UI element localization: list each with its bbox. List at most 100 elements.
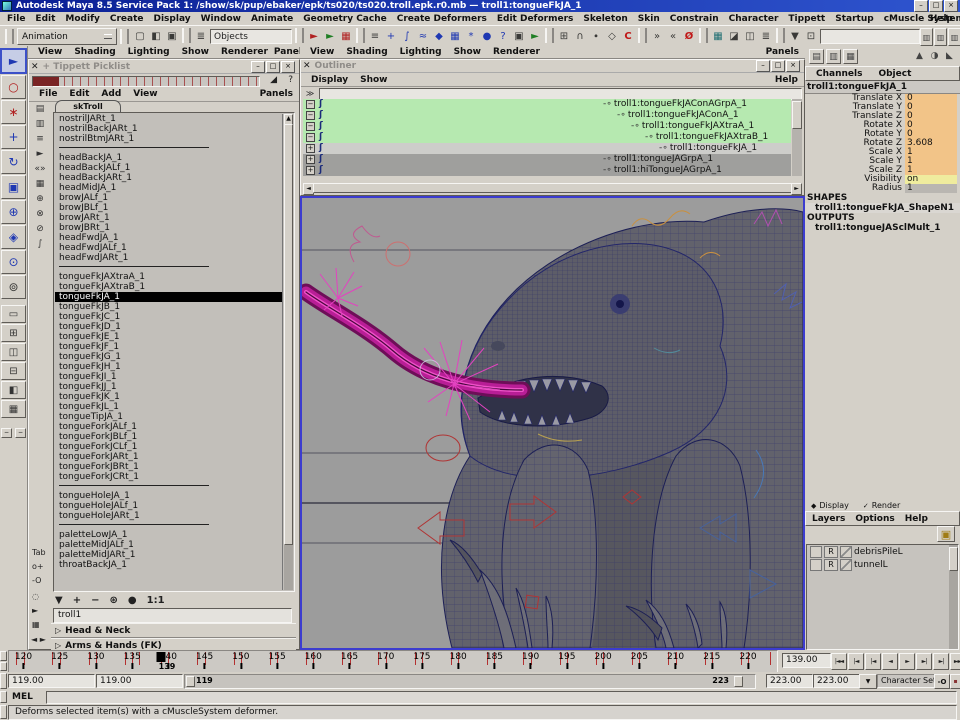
menu-item[interactable]: Tippett [783, 14, 830, 24]
outliner-search-input[interactable] [319, 88, 802, 100]
picklist-item[interactable]: headBackJA_1 [55, 153, 282, 163]
collapsible-section[interactable]: ▷Head & Neck [51, 623, 296, 638]
window-control-button[interactable]: □ [929, 0, 943, 12]
menu-item[interactable]: Character [724, 14, 784, 24]
set-key-icon[interactable]: -O [934, 674, 950, 689]
key-add-icon[interactable]: ⊕ [32, 192, 48, 205]
save-icon[interactable]: ▥ [32, 117, 48, 130]
toolbar-grip[interactable] [120, 29, 129, 44]
menu-item[interactable]: Geometry Cache [298, 14, 391, 24]
step-forward-frame-button[interactable]: ►| [916, 653, 932, 670]
go-to-start-button[interactable]: |◄◄ [831, 653, 847, 670]
window-control-button[interactable]: – [914, 0, 928, 12]
picklist-item[interactable]: tongueFkJB_1 [55, 302, 282, 312]
expand-toggle-icon[interactable]: − [306, 122, 315, 131]
channel-value-input[interactable]: 1 [905, 148, 957, 157]
range-end-handle[interactable] [734, 676, 743, 687]
window-grid-icon[interactable]: ▦ [32, 620, 40, 629]
panel-menu-item[interactable]: Lighting [394, 47, 448, 57]
prev-next-icon[interactable]: «» [32, 162, 48, 175]
lock-selection-icon[interactable]: ▣ [511, 28, 527, 45]
menu-help[interactable]: Help [925, 14, 958, 24]
separator[interactable] [776, 28, 785, 43]
picklist-item[interactable]: tongueTipJA_1 [55, 412, 282, 422]
render-radio[interactable]: ✓Render [863, 501, 900, 510]
picklist-item[interactable]: tongueHoleJALf_1 [55, 501, 282, 511]
range-mini-buttons[interactable] [0, 673, 7, 689]
layer-visibility-checkbox[interactable] [810, 559, 822, 571]
outliner-item[interactable]: − ʃ -∘troll1:tongueFkJAXtraA_1 [303, 121, 791, 132]
outliner-help-menu[interactable]: Help [775, 75, 800, 85]
outliner-item[interactable]: + ʃ -∘troll1:tongueJAGrpA_1 [303, 154, 791, 165]
menu-item[interactable]: File [2, 14, 30, 24]
quick-select-menu-icon[interactable]: ≣ [193, 28, 209, 45]
help-icon[interactable]: ? [288, 75, 293, 85]
playback-start-input[interactable]: 119.00 [96, 674, 183, 688]
picklist-item[interactable]: tongueFkJAXtraA_1 [55, 272, 282, 282]
field-entry-menu-icon[interactable]: ▼ [787, 28, 803, 45]
outliner-item[interactable]: − ʃ -∘troll1:tongueFkJAXtraB_1 [303, 132, 791, 143]
snap-magnet-icon[interactable]: C [620, 28, 636, 45]
commandline-mini-buttons[interactable] [0, 691, 7, 703]
open-scene-icon[interactable]: ◧ [148, 28, 164, 45]
channel-value-input[interactable]: on [905, 175, 957, 184]
toggle-channelbox-icon[interactable]: ▥ [948, 28, 960, 46]
picklist-item[interactable]: tongueHoleJARt_1 [55, 511, 282, 521]
add-button[interactable]: + [73, 595, 81, 606]
toggle-toolbox-icon[interactable]: ▥ [920, 28, 933, 46]
layout-persp-outliner-button[interactable]: ◧ [1, 381, 26, 399]
separator[interactable] [295, 28, 304, 43]
graph-icon[interactable]: ◣ [943, 49, 956, 62]
auto-keyframe-icon[interactable]: ▪ [950, 674, 960, 689]
layer-scrollbar[interactable] [949, 545, 958, 649]
mask-add-icon[interactable]: + [383, 28, 399, 45]
picklist-item[interactable]: tongueFkJJ_1 [55, 382, 282, 392]
mask-dynamics-icon[interactable]: ▦ [447, 28, 463, 45]
mask-deformations-icon[interactable]: ◆ [431, 28, 447, 45]
picklist-item[interactable]: tongueForkJBRt_1 [55, 462, 282, 472]
mask-surfaces-icon[interactable]: ≈ [415, 28, 431, 45]
separator[interactable] [356, 28, 365, 43]
picklist-item[interactable]: tongueFkJC_1 [55, 312, 282, 322]
expand-toggle-icon[interactable]: + [306, 166, 315, 175]
picklist-item[interactable]: tongueFkJK_1 [55, 392, 282, 402]
hook-icon[interactable]: ∫ [32, 237, 48, 250]
expand-toggle-icon[interactable]: − [306, 111, 315, 120]
picklist-item[interactable]: tongueHoleJA_1 [55, 491, 282, 501]
panel-menu-item[interactable]: Show [176, 47, 215, 57]
menu-item[interactable]: Animate [246, 14, 298, 24]
eraser-icon[interactable]: ◌ [32, 592, 39, 601]
window-control-button[interactable]: – [756, 60, 770, 72]
soft-mod-tool[interactable]: ◈ [1, 225, 26, 249]
current-time-input[interactable]: 139.00 [782, 653, 831, 668]
scrollbar-thumb[interactable] [792, 101, 802, 129]
show-manipulator-tool[interactable]: ⊙ [1, 250, 26, 274]
select-object-icon[interactable]: ► [322, 28, 338, 45]
scale-tool[interactable]: ▣ [1, 175, 26, 199]
picklist-menu-item[interactable]: Add [95, 89, 127, 99]
snap-curve-icon[interactable]: ∩ [572, 28, 588, 45]
window-control-button[interactable]: × [786, 60, 800, 72]
select-tool[interactable]: ► [0, 48, 27, 74]
menu-item[interactable]: Edit [30, 14, 60, 24]
numeric-input-icon[interactable]: ⊡ [803, 28, 819, 45]
menu-item[interactable]: Create [105, 14, 149, 24]
close-icon[interactable]: ✕ [303, 61, 311, 71]
picklist-menu-item[interactable]: Edit [63, 89, 95, 99]
menu-item[interactable]: Edit Deformers [492, 14, 579, 24]
menu-item[interactable]: Startup [830, 14, 878, 24]
mel-command-input[interactable] [46, 691, 957, 704]
picklist-item[interactable]: paletteMidJARt_1 [55, 550, 282, 560]
page-nav-arrows[interactable]: ◄ ► [31, 635, 46, 644]
layer-menu-item[interactable]: Options [855, 514, 894, 524]
rotate-tool[interactable]: ↻ [1, 150, 26, 174]
picklist-item[interactable]: browJBLf_1 [55, 203, 282, 213]
save-scene-icon[interactable]: ▣ [164, 28, 180, 45]
mini-button[interactable]: − [1, 428, 12, 438]
panel-menu-item[interactable]: View [32, 47, 68, 57]
select-by-name-input[interactable]: Objects [210, 29, 292, 44]
panel-menu-item[interactable]: Show [448, 47, 487, 57]
picklist-item[interactable]: tongueFkJF_1 [55, 342, 282, 352]
scissors-icon[interactable]: ⊘ [32, 222, 48, 235]
channel-label[interactable]: Radius [805, 184, 905, 193]
